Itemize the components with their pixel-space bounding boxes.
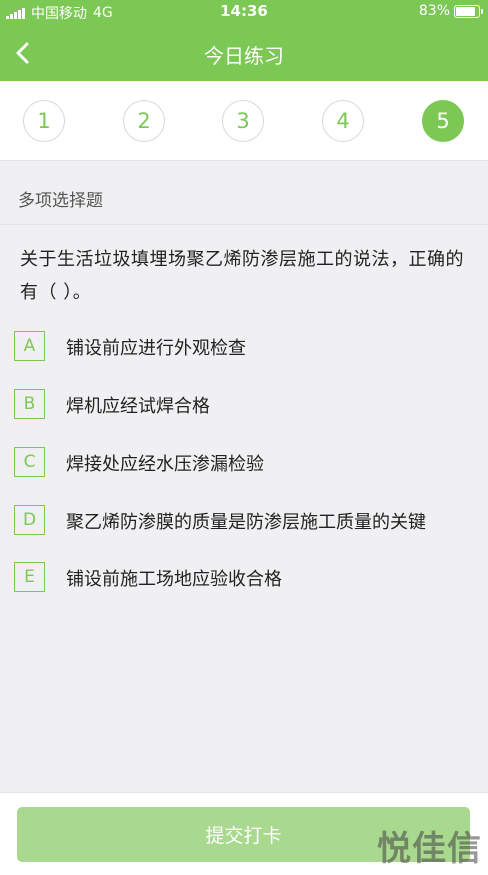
option-text: 聚乙烯防渗膜的质量是防渗层施工质量的关键	[66, 512, 426, 533]
step-2[interactable]: 2	[123, 100, 165, 142]
option-letter: A	[14, 331, 45, 361]
step-3[interactable]: 3	[222, 100, 264, 142]
battery-icon	[454, 4, 483, 18]
question-navigator: 1 2 3 4 5	[0, 81, 488, 161]
question-type-bar: 多项选择题	[0, 169, 488, 225]
step-5-active[interactable]: 5	[422, 100, 464, 142]
watermark-logo: 悦佳信	[377, 829, 482, 869]
option-text: 铺设前施工场地应验收合格	[66, 569, 282, 590]
option-text: 焊机应经试焊合格	[66, 396, 210, 417]
option-letter: D	[14, 505, 45, 535]
battery-percent: 83%	[418, 3, 450, 19]
question-text: 关于生活垃圾填埋场聚乙烯防渗层施工的说法，正确的有（ ）。	[20, 249, 464, 303]
status-time: 14:36	[220, 2, 268, 20]
option-letter: B	[14, 389, 45, 419]
status-bar: 中国移动 4G 14:36 83%	[0, 0, 488, 24]
option-text: 铺设前应进行外观检查	[66, 338, 246, 359]
option-text: 焊接处应经水压渗漏检验	[66, 454, 264, 475]
status-right: 83%	[418, 3, 483, 19]
step-1[interactable]: 1	[23, 100, 65, 142]
step-4[interactable]: 4	[322, 100, 364, 142]
option-letter: E	[14, 562, 45, 592]
app-header: 中国移动 4G 14:36 83% 今日练习	[0, 0, 488, 81]
page-title: 今日练习	[204, 44, 284, 68]
option-letter: C	[14, 447, 45, 477]
question-type-label: 多项选择题	[18, 191, 103, 211]
